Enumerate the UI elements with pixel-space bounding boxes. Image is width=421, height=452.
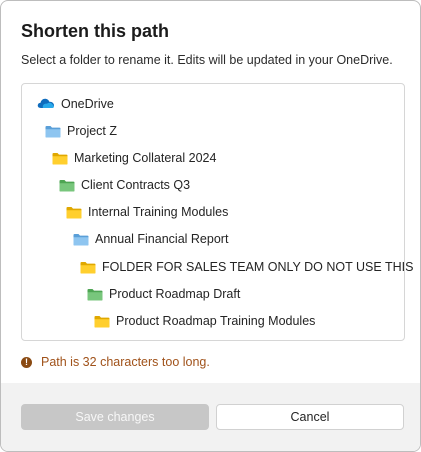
dialog-title: Shorten this path: [21, 21, 169, 41]
folder-icon: [80, 261, 96, 274]
path-error-message: ! Path is 32 characters too long.: [21, 355, 210, 369]
tree-item-client-contracts-q3[interactable]: Client Contracts Q3: [59, 174, 190, 196]
save-changes-button[interactable]: Save changes: [21, 404, 209, 430]
dialog-footer: Save changes Cancel: [1, 383, 420, 451]
tree-item-label: OneDrive: [61, 97, 114, 111]
tree-item-label: Product Roadmap Training Modules: [116, 314, 316, 328]
warning-icon: !: [21, 356, 32, 368]
tree-item-label: Internal Training Modules: [88, 205, 229, 219]
tree-item-annual-financial-report[interactable]: Annual Financial Report: [73, 228, 228, 250]
folder-icon: [52, 152, 68, 165]
tree-item-folder-for-sales-team[interactable]: FOLDER FOR SALES TEAM ONLY DO NOT USE TH…: [80, 256, 413, 278]
tree-item-internal-training-modules[interactable]: Internal Training Modules: [66, 201, 228, 223]
error-text: Path is 32 characters too long.: [41, 355, 210, 369]
tree-item-label: Project Z: [67, 124, 118, 138]
tree-item-label: FOLDER FOR SALES TEAM ONLY DO NOT USE TH…: [102, 260, 414, 274]
tree-item-product-roadmap-training-modules[interactable]: Product Roadmap Training Modules: [94, 310, 315, 332]
tree-item-label: Product Roadmap Draft: [109, 287, 241, 301]
folder-icon: [73, 233, 89, 246]
cancel-button[interactable]: Cancel: [216, 404, 404, 430]
tree-item-onedrive[interactable]: OneDrive: [37, 93, 114, 115]
onedrive-cloud-icon: [37, 97, 55, 112]
folder-icon: [66, 206, 82, 219]
dialog-subtitle: Select a folder to rename it. Edits will…: [21, 53, 393, 67]
folder-icon: [94, 315, 110, 328]
tree-item-label: Client Contracts Q3: [81, 178, 191, 192]
folder-icon: [59, 179, 75, 192]
tree-item-product-roadmap-draft[interactable]: Product Roadmap Draft: [87, 283, 240, 305]
shorten-path-dialog: Shorten this path Select a folder to ren…: [0, 0, 421, 452]
folder-icon: [45, 125, 61, 138]
tree-item-label: Marketing Collateral 2024: [74, 151, 217, 165]
tree-item-project-z[interactable]: Project Z: [45, 120, 117, 142]
folder-icon: [87, 288, 103, 301]
tree-item-label: Annual Financial Report: [95, 232, 229, 246]
folder-tree: OneDrive Project Z Marketing Collateral …: [21, 83, 413, 341]
tree-item-marketing-collateral-2024[interactable]: Marketing Collateral 2024: [52, 147, 216, 169]
